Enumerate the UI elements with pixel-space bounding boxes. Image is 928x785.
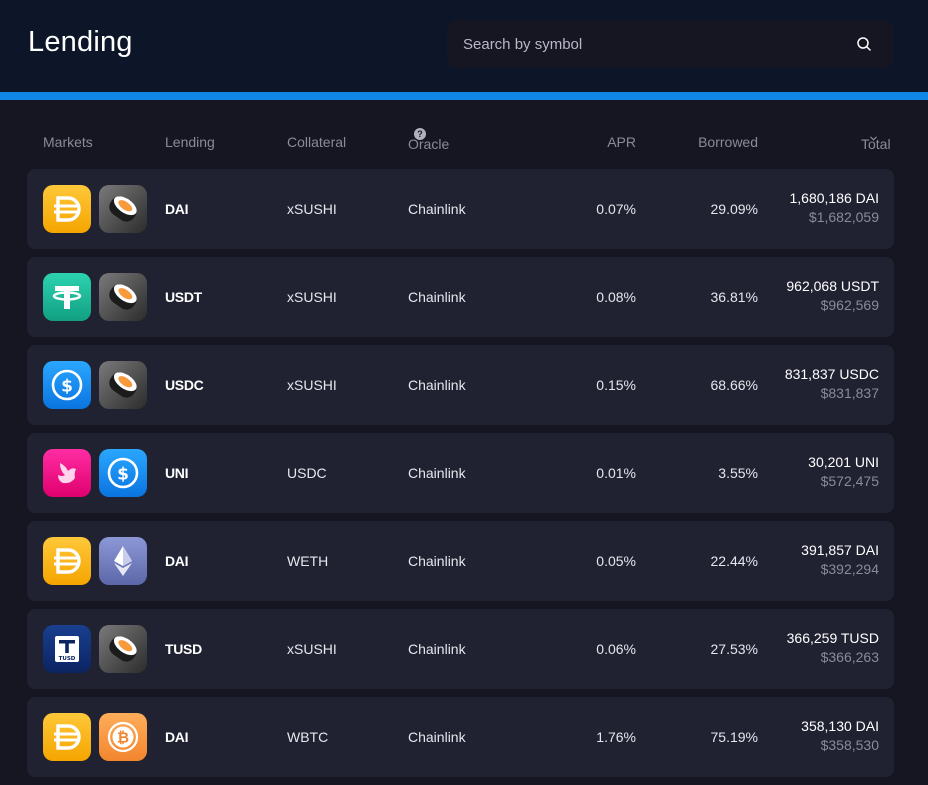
svg-text:$: $ [61,377,73,397]
oracle-name: Chainlink [408,641,466,657]
lending-symbol: DAI [165,729,189,745]
table-header: Markets Lending Collateral Oracle ? APR … [27,128,894,154]
svg-text:$: $ [117,465,129,485]
market-row[interactable]: USDT xSUSHI Chainlink 0.08% 36.81% 962,0… [27,257,894,337]
total-amount: 366,259 TUSD [786,630,879,646]
dai-icon [43,185,91,233]
apr-value: 0.05% [596,553,636,569]
borrowed-value: 27.53% [710,641,758,657]
total-amount: 358,130 DAI [801,718,879,734]
market-row[interactable]: DAI WETH Chainlink 0.05% 22.44% 391,857 … [27,521,894,601]
oracle-name: Chainlink [408,729,466,745]
total-cell: 358,130 DAI $358,530 [801,718,879,753]
header: Lending [0,0,928,92]
total-usd: $392,294 [820,561,879,577]
collateral-symbol: xSUSHI [287,201,337,217]
collateral-symbol: xSUSHI [287,641,337,657]
xsushi-icon [99,361,147,409]
total-usd: $962,569 [820,297,879,313]
markets-list: DAI xSUSHI Chainlink 0.07% 29.09% 1,680,… [27,169,894,785]
oracle-name: Chainlink [408,201,466,217]
lending-symbol: USDC [165,377,204,393]
borrowed-value: 3.55% [718,465,758,481]
help-icon[interactable]: ? [414,128,426,140]
total-amount: 962,068 USDT [786,278,879,294]
column-header-total[interactable]: Total [861,134,891,152]
page-title: Lending [28,26,133,58]
collateral-symbol: xSUSHI [287,289,337,305]
market-row[interactable]: $ UNI USDC Chainlink 0.01% 3.55% 30,201 … [27,433,894,513]
market-row[interactable]: $ USDC xSUSHI Chainlink 0.15% 68.66% 831… [27,345,894,425]
lending-symbol: TUSD [165,641,202,657]
apr-value: 0.01% [596,465,636,481]
apr-value: 0.07% [596,201,636,217]
market-row[interactable]: TUSD TUSD xSUSHI Chainlink 0.06% 27.53% … [27,609,894,689]
borrowed-value: 29.09% [710,201,758,217]
collateral-symbol: USDC [287,465,327,481]
oracle-name: Chainlink [408,289,466,305]
lending-symbol: DAI [165,553,189,569]
wbtc-icon: ₿ [99,713,147,761]
collateral-symbol: WBTC [287,729,329,745]
column-header-collateral[interactable]: Collateral [287,134,346,150]
borrowed-value: 68.66% [710,377,758,393]
lending-symbol: UNI [165,465,189,481]
weth-icon [99,537,147,585]
total-cell: 391,857 DAI $392,294 [801,542,879,577]
usdc-icon: $ [99,449,147,497]
apr-value: 0.08% [596,289,636,305]
total-cell: 30,201 UNI $572,475 [808,454,879,489]
market-row[interactable]: ₿ DAI WBTC Chainlink 1.76% 75.19% 358,13… [27,697,894,777]
search-icon[interactable] [856,36,872,52]
xsushi-icon [99,625,147,673]
oracle-name: Chainlink [408,377,466,393]
column-header-total-label: Total [861,136,891,152]
total-cell: 1,680,186 DAI $1,682,059 [789,190,879,225]
lending-symbol: DAI [165,201,189,217]
tusd-icon: TUSD [43,625,91,673]
total-amount: 30,201 UNI [808,454,879,470]
usdc-icon: $ [43,361,91,409]
search-input[interactable] [447,20,847,68]
collateral-symbol: WETH [287,553,329,569]
oracle-name: Chainlink [408,465,466,481]
column-header-oracle-label: Oracle [408,136,450,152]
borrowed-value: 75.19% [710,729,758,745]
total-usd: $358,530 [820,737,879,753]
total-amount: 1,680,186 DAI [789,190,879,206]
svg-text:TUSD: TUSD [59,656,76,662]
xsushi-icon [99,273,147,321]
uni-icon [43,449,91,497]
column-header-apr[interactable]: APR [607,134,636,150]
column-header-markets[interactable]: Markets [43,134,93,150]
total-usd: $831,837 [820,385,879,401]
total-amount: 831,837 USDC [784,366,879,382]
apr-value: 0.06% [596,641,636,657]
svg-text:₿: ₿ [117,729,129,747]
total-usd: $572,475 [820,473,879,489]
total-usd: $1,682,059 [808,209,879,225]
total-cell: 831,837 USDC $831,837 [785,366,879,401]
search-box[interactable] [447,20,894,68]
header-accent-bar [0,92,928,100]
column-header-lending[interactable]: Lending [165,134,215,150]
total-usd: $366,263 [820,649,879,665]
total-amount: 391,857 DAI [801,542,879,558]
usdt-icon [43,273,91,321]
total-cell: 366,259 TUSD $366,263 [787,630,879,665]
borrowed-value: 22.44% [710,553,758,569]
market-row[interactable]: DAI xSUSHI Chainlink 0.07% 29.09% 1,680,… [27,169,894,249]
borrowed-value: 36.81% [710,289,758,305]
collateral-symbol: xSUSHI [287,377,337,393]
apr-value: 1.76% [596,729,636,745]
lending-symbol: USDT [165,289,202,305]
xsushi-icon [99,185,147,233]
dai-icon [43,537,91,585]
dai-icon [43,713,91,761]
apr-value: 0.15% [596,377,636,393]
total-cell: 962,068 USDT $962,569 [786,278,879,313]
column-header-borrowed[interactable]: Borrowed [698,134,758,150]
oracle-name: Chainlink [408,553,466,569]
